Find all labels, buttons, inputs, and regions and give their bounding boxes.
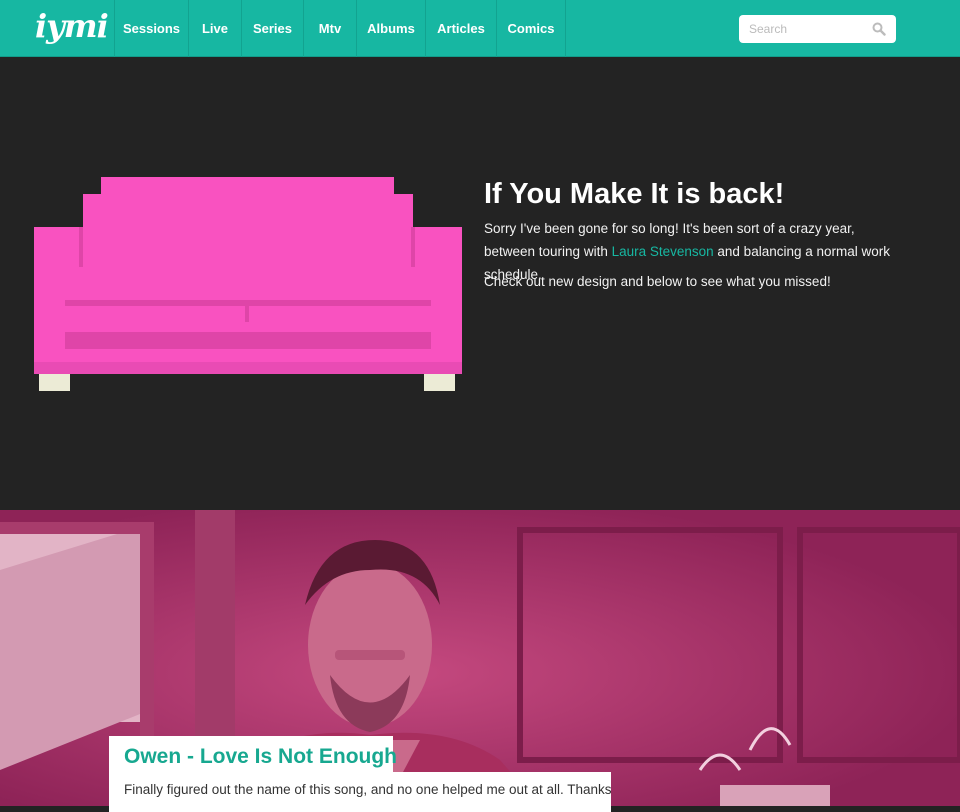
logo-text[interactable]: iymi [35, 7, 109, 45]
nav-item-articles[interactable]: Articles [426, 0, 497, 57]
laura-stevenson-link[interactable]: Laura Stevenson [612, 244, 714, 259]
hero-title: If You Make It is back! [484, 178, 785, 210]
nav-item-albums[interactable]: Albums [357, 0, 426, 57]
nav-item-mtv[interactable]: Mtv [304, 0, 357, 57]
sofa-illustration [34, 177, 462, 391]
site-logo[interactable]: iymi [0, 0, 115, 57]
featured-title[interactable]: Owen - Love Is Not Enough [124, 745, 397, 769]
featured-description: Finally figured out the name of this son… [124, 782, 612, 797]
search-box [739, 15, 896, 43]
search-icon[interactable] [872, 22, 886, 36]
nav-item-comics[interactable]: Comics [497, 0, 566, 57]
top-navigation: iymi Sessions Live Series Mtv Albums Art… [0, 0, 960, 57]
nav-menu: Sessions Live Series Mtv Albums Articles… [115, 0, 566, 57]
nav-item-series[interactable]: Series [242, 0, 304, 57]
featured-description-card: Finally figured out the name of this son… [109, 772, 612, 812]
featured-title-card[interactable]: Owen - Love Is Not Enough [109, 736, 397, 776]
search-input[interactable] [739, 15, 869, 43]
hero-followup-paragraph: Check out new design and below to see wh… [484, 274, 831, 289]
nav-item-live[interactable]: Live [189, 0, 242, 57]
nav-item-sessions[interactable]: Sessions [115, 0, 189, 57]
